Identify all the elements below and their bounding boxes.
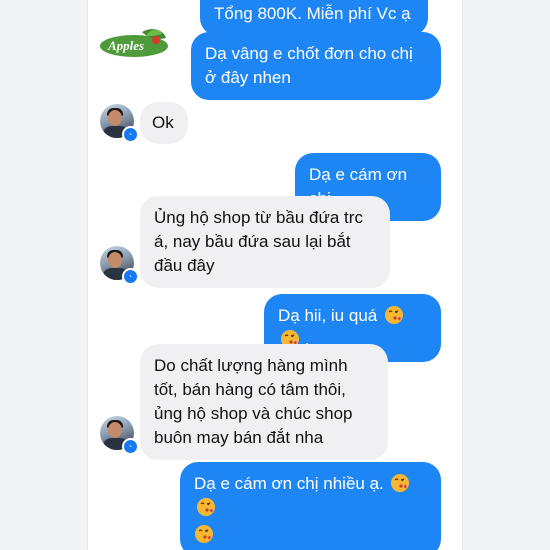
outgoing-message-total[interactable]: Tổng 800K. Miễn phí Vc ạ <box>200 0 428 36</box>
messenger-badge-icon <box>122 126 139 143</box>
message-text: Ủng hộ shop từ bầu đứa trc á, nay bầu đứ… <box>154 208 363 275</box>
face-blowing-kiss-icon <box>384 306 403 324</box>
right-margin <box>462 0 550 550</box>
logo-text: Apples <box>107 38 144 53</box>
incoming-message-ok[interactable]: Ok <box>140 102 188 144</box>
chat-thread[interactable]: Tổng 800K. Miễn phí Vc ạ Apples Dạ vâng … <box>88 0 462 550</box>
message-text: Tổng 800K. Miễn phí Vc ạ <box>214 4 411 23</box>
messenger-badge-icon <box>122 438 139 455</box>
apple-leaf-logo-icon: Apples <box>100 29 168 57</box>
face-blowing-kiss-icon <box>391 474 410 492</box>
face-blowing-kiss-icon <box>195 525 213 543</box>
messenger-badge-icon <box>122 268 139 285</box>
message-text: Dạ e cám ơn chị nhiều ạ. <box>194 474 384 493</box>
outgoing-message-confirm-order[interactable]: Dạ vâng e chốt đơn cho chị ở đây nhen <box>191 32 441 100</box>
screenshot-frame: Tổng 800K. Miễn phí Vc ạ Apples Dạ vâng … <box>0 0 550 550</box>
left-margin <box>0 0 88 550</box>
message-text: Do chất lượng hàng mình tốt, bán hàng có… <box>154 356 353 447</box>
incoming-message-support[interactable]: Ủng hộ shop từ bầu đứa trc á, nay bầu đứ… <box>140 196 390 288</box>
shop-logo: Apples <box>98 26 170 60</box>
face-blowing-kiss-icon <box>197 498 215 516</box>
message-text: Dạ hii, iu quá <box>278 306 378 325</box>
incoming-message-quality[interactable]: Do chất lượng hàng mình tốt, bán hàng có… <box>140 344 388 460</box>
message-text: Dạ vâng e chốt đơn cho chị ở đây nhen <box>205 44 413 87</box>
message-text: Ok <box>152 113 174 132</box>
outgoing-message-thanks-many[interactable]: Dạ e cám ơn chị nhiều ạ. <box>180 462 441 550</box>
